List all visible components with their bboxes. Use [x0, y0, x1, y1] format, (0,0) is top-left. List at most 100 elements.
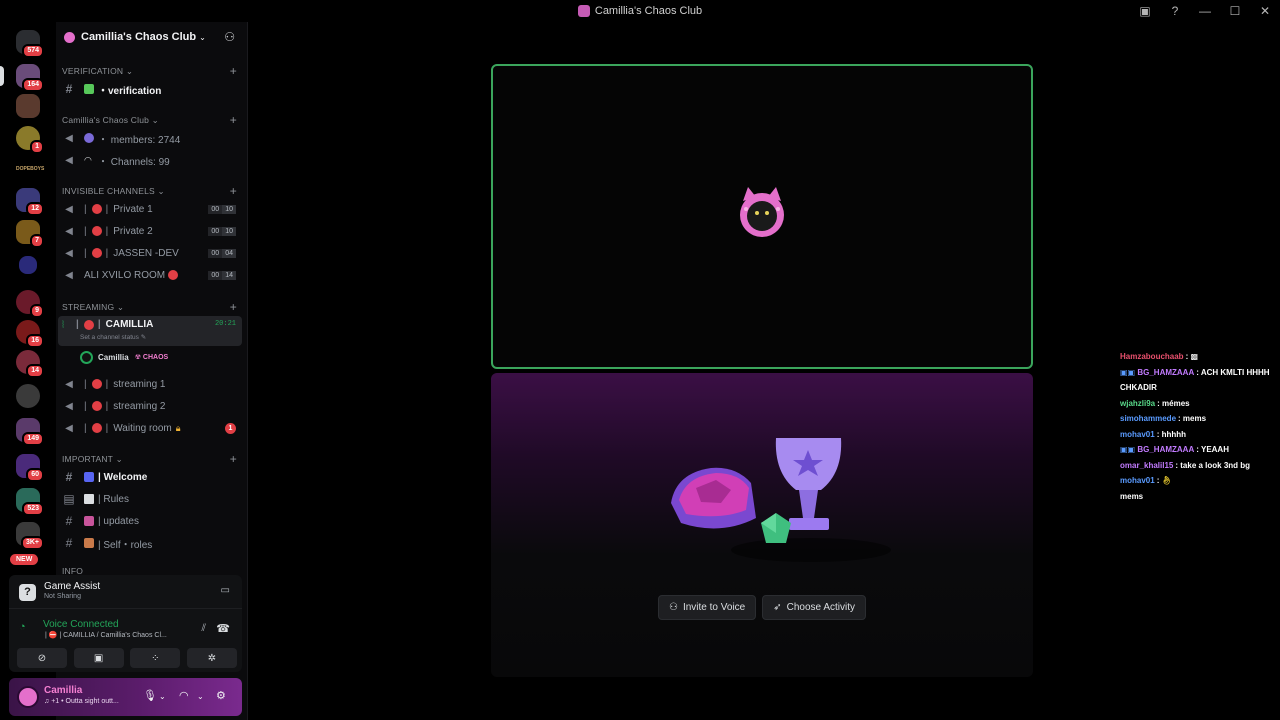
- channel-welcome[interactable]: # | Welcome: [58, 467, 242, 487]
- add-member-icon[interactable]: ⚇: [224, 30, 235, 44]
- channel-updates[interactable]: # | updates: [58, 511, 242, 531]
- badge: 9: [30, 304, 44, 318]
- hash-icon: #: [65, 536, 73, 550]
- headphones-icon[interactable]: ◠: [179, 689, 189, 702]
- user-avatar[interactable]: [17, 686, 39, 708]
- maximize-button[interactable]: ☐: [1220, 0, 1250, 22]
- server-item[interactable]: 14: [16, 350, 44, 378]
- server-folder[interactable]: 60: [16, 454, 44, 482]
- voice-channel-private-1[interactable]: ◀ | | Private 1 00 10: [58, 199, 242, 219]
- channel-verification[interactable]: # ・verification: [58, 79, 242, 99]
- red-circle-icon: [91, 401, 102, 411]
- voice-channel-waiting-room[interactable]: ◀ | | Waiting room 🔒︎ 1: [58, 418, 242, 438]
- guild-header[interactable]: Camillia's Chaos Club ⌄ ⚇: [56, 22, 247, 52]
- username[interactable]: Camillia: [44, 685, 82, 696]
- channel-rules[interactable]: ▤ | Rules: [58, 489, 242, 509]
- mention-badge: 1: [225, 422, 236, 434]
- people-icon: [84, 133, 94, 143]
- server-folder[interactable]: 523: [16, 488, 44, 516]
- server-item[interactable]: 164: [16, 64, 44, 92]
- category-streaming[interactable]: STREAMING ⌄ +: [62, 300, 242, 314]
- voice-channel-ali[interactable]: ◀ ALI XVILO ROOM 00 14: [58, 265, 242, 285]
- category-info[interactable]: INFO: [62, 567, 242, 575]
- chevron-down-icon[interactable]: ⌄: [159, 692, 166, 701]
- plus-icon[interactable]: +: [230, 452, 237, 466]
- hash-icon: #: [65, 514, 73, 528]
- minimize-button[interactable]: —: [1190, 0, 1220, 22]
- user-status: ♫ +1 • Outta sight outt...: [44, 698, 119, 705]
- speaker-muted-icon: ◀: [65, 378, 73, 390]
- add-person-icon: ⚇: [669, 602, 678, 613]
- category-invisible[interactable]: INVISIBLE CHANNELS ⌄ +: [62, 184, 242, 198]
- server-item[interactable]: 12: [16, 188, 44, 216]
- no-entry-icon: [168, 270, 179, 280]
- new-badge[interactable]: NEW: [10, 554, 39, 565]
- badge: 523: [22, 502, 44, 516]
- plus-icon[interactable]: +: [230, 113, 237, 127]
- server-folder[interactable]: 3K+: [16, 522, 44, 550]
- server-folder[interactable]: 149: [16, 418, 44, 446]
- title-bar: Camillia's Chaos Club ▣ ? — ☐ ✕: [0, 0, 1280, 22]
- speaker-muted-icon: ◀: [65, 154, 73, 166]
- rocket-icon: ➶: [773, 602, 782, 613]
- channel-members[interactable]: ◀ ・ members: 2744: [58, 128, 242, 148]
- server-item[interactable]: 16: [16, 320, 44, 348]
- category-verification[interactable]: VERIFICATION ⌄ +: [62, 64, 242, 78]
- server-item[interactable]: DOPEBOYS: [16, 162, 44, 176]
- roles-icon: [84, 538, 94, 548]
- rtc-panel: ? Game Assist Not Sharing ▭ ◔ Voice Conn…: [9, 575, 242, 672]
- voice-channel-camillia[interactable]: ⦚ | | CAMILLIA 20:21 Set a channel status …: [58, 316, 242, 346]
- settings-icon[interactable]: ⚙: [216, 689, 226, 702]
- server-item[interactable]: 1: [16, 126, 44, 154]
- channel-self-roles[interactable]: # | Self・roles: [58, 533, 242, 553]
- window-title: Camillia's Chaos Club: [577, 5, 702, 17]
- voice-user[interactable]: Camillia ☢ CHAOS: [80, 350, 168, 364]
- server-item[interactable]: [16, 94, 40, 118]
- game-assist-icon: ?: [19, 584, 36, 601]
- choose-activity-button[interactable]: ➶ Choose Activity: [762, 595, 866, 620]
- activities-button[interactable]: ⁘: [130, 648, 181, 668]
- screen-share-button[interactable]: ▣: [73, 648, 124, 668]
- invite-to-voice-button[interactable]: ⚇ Invite to Voice: [658, 595, 757, 620]
- help-icon[interactable]: ?: [1160, 0, 1190, 22]
- disconnect-icon[interactable]: ☎: [216, 622, 230, 635]
- voice-channel-private-2[interactable]: ◀ | | Private 2 00 10: [58, 221, 242, 241]
- server-name: DOPEBOYS: [16, 166, 45, 172]
- voice-action-buttons: ⊘ ▣ ⁘ ✲: [17, 648, 237, 668]
- camera-off-button[interactable]: ⊘: [17, 648, 67, 668]
- speaker-muted-icon: ◀: [65, 225, 73, 237]
- rules-channel-icon: ▤: [63, 492, 75, 506]
- channel-status[interactable]: Set a channel status ✎: [80, 333, 146, 341]
- server-item[interactable]: 9: [16, 290, 44, 318]
- game-assist-panel[interactable]: ? Game Assist Not Sharing ▭: [9, 575, 242, 609]
- guild-icon: [64, 31, 75, 43]
- chat-message: ▣▣ BG_HAMZAAA: ACH KMLTI HHHH: [1120, 367, 1270, 377]
- inbox-icon[interactable]: ▣: [1130, 0, 1160, 22]
- video-tile[interactable]: [491, 64, 1033, 369]
- voice-channel-jassen[interactable]: ◀ | | JASSEN -DEV 00 04: [58, 243, 242, 263]
- server-item[interactable]: 7: [16, 220, 44, 248]
- noise-suppression-icon[interactable]: ⫽: [202, 623, 206, 634]
- channel-count[interactable]: ◀ ◠ ・ Channels: 99: [58, 150, 242, 170]
- signal-icon[interactable]: ◔: [19, 621, 26, 633]
- microphone-icon[interactable]: 🎙︎: [143, 689, 157, 702]
- folder-icon[interactable]: [19, 256, 37, 274]
- chat-message: mohav01: hhhhh: [1120, 429, 1187, 439]
- hash-icon: #: [65, 470, 73, 484]
- plus-icon[interactable]: +: [230, 300, 237, 314]
- plus-icon[interactable]: +: [230, 64, 237, 78]
- category-club[interactable]: Camillia's Chaos Club ⌄ +: [62, 113, 242, 127]
- plus-icon[interactable]: +: [230, 184, 237, 198]
- guild-name: Camillia's Chaos Club: [81, 31, 197, 43]
- voice-channel-streaming-1[interactable]: ◀ | | streaming 1: [58, 374, 242, 394]
- direct-messages-icon[interactable]: 574: [16, 30, 44, 58]
- chat-message: mems: [1120, 491, 1144, 501]
- chevron-down-icon[interactable]: ⌄: [197, 692, 204, 701]
- category-important[interactable]: IMPORTANT ⌄ +: [62, 452, 242, 466]
- user-panel: Camillia ♫ +1 • Outta sight outt... 🎙︎ ⌄…: [9, 678, 242, 716]
- soundboard-button[interactable]: ✲: [186, 648, 237, 668]
- server-item[interactable]: [16, 384, 40, 408]
- screen-share-icon[interactable]: ▭: [221, 585, 230, 596]
- close-button[interactable]: ✕: [1250, 0, 1280, 22]
- voice-channel-streaming-2[interactable]: ◀ | | streaming 2: [58, 396, 242, 416]
